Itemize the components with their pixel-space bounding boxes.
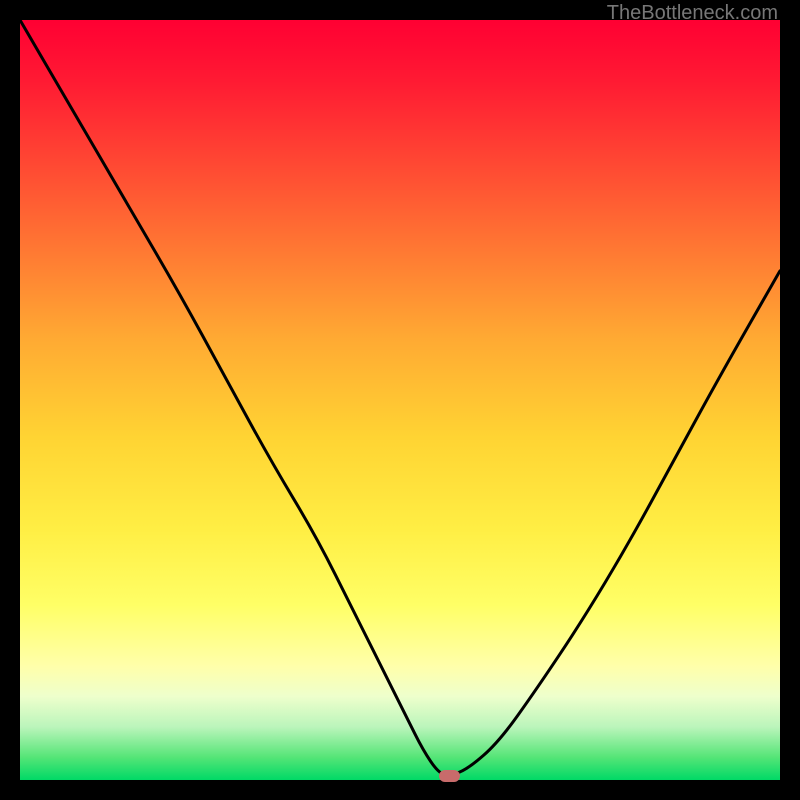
bottleneck-curve	[20, 20, 780, 780]
chart-frame: TheBottleneck.com	[0, 0, 800, 800]
optimum-marker	[439, 770, 460, 782]
watermark-text: TheBottleneck.com	[607, 2, 778, 25]
plot-area	[20, 20, 780, 780]
